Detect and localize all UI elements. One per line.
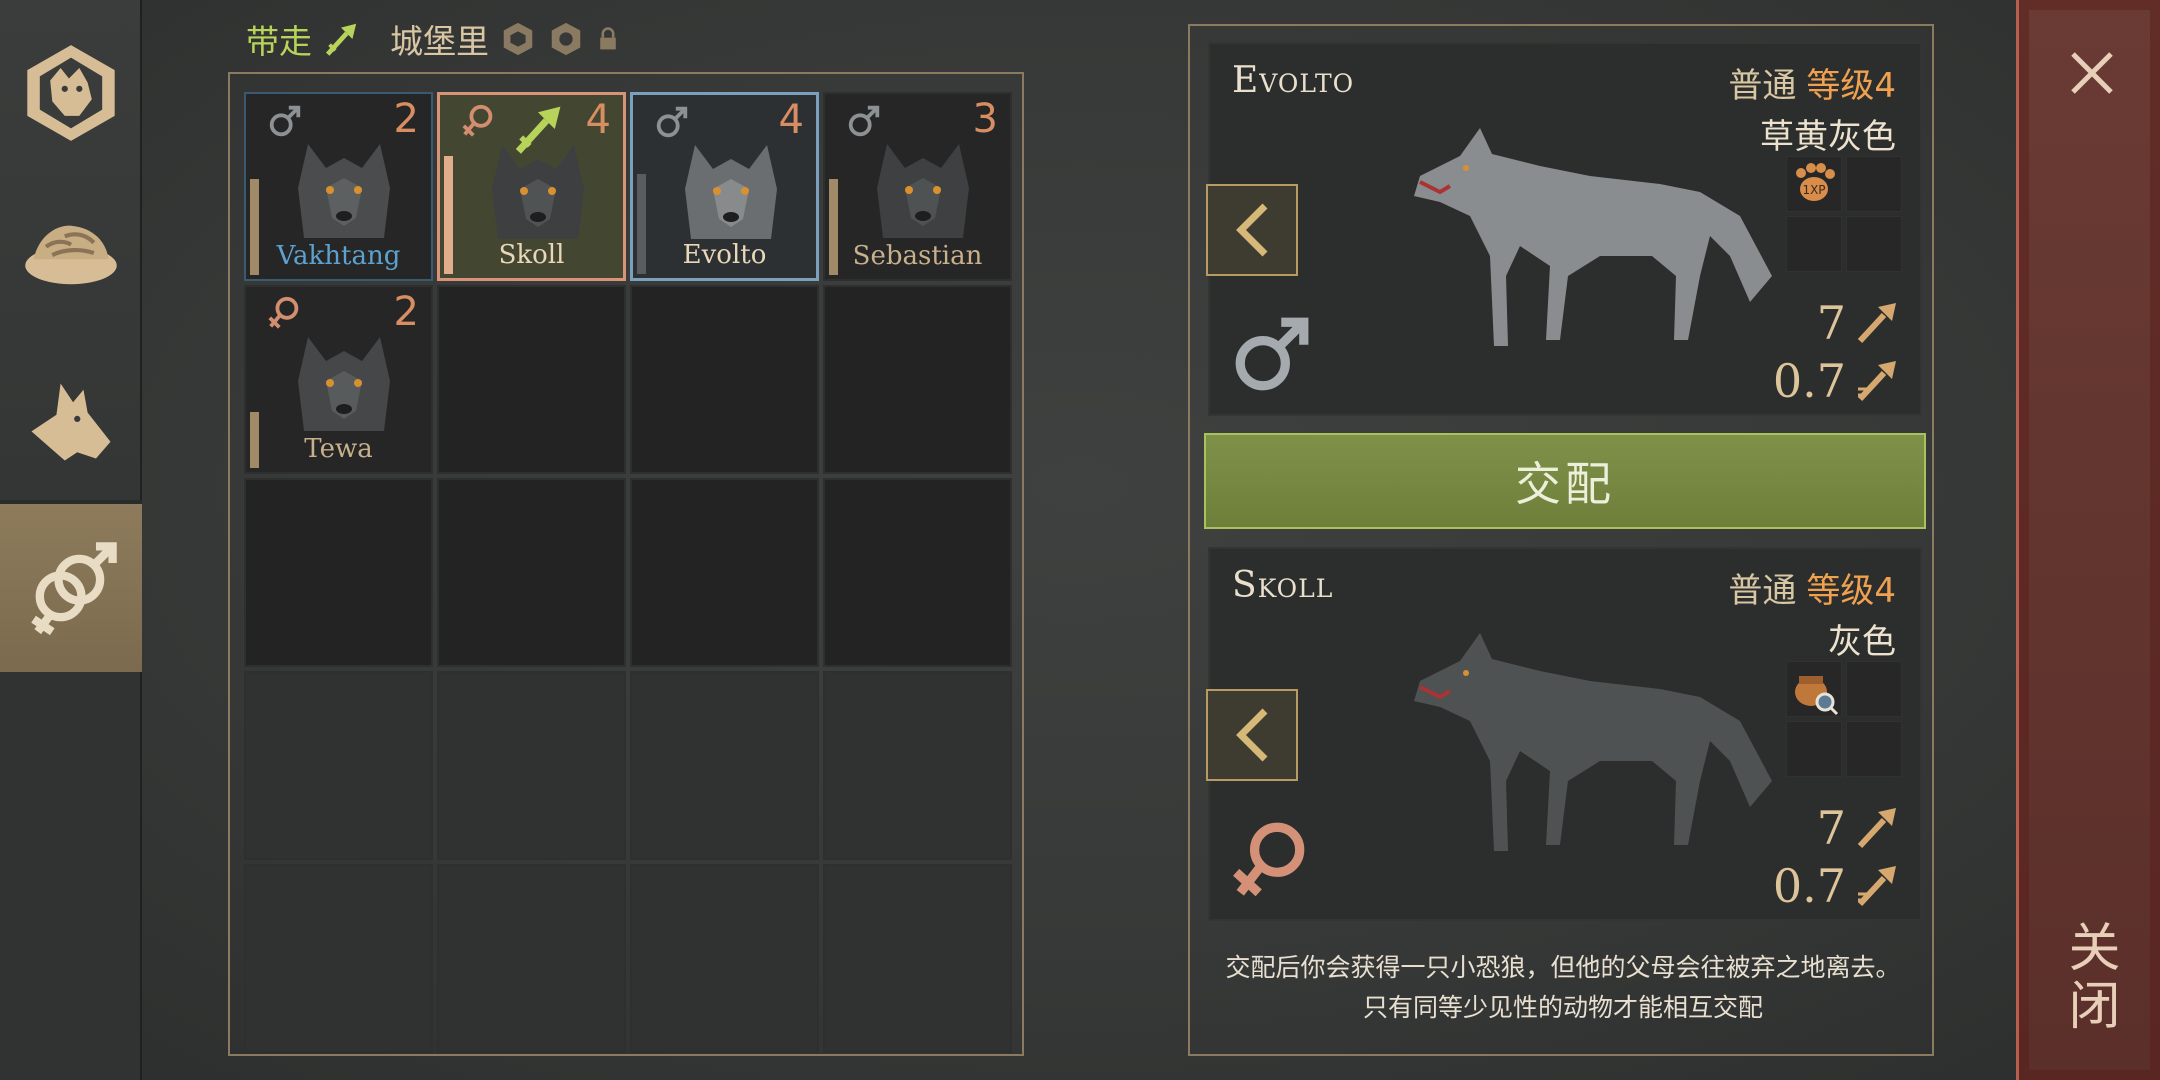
empty-slot[interactable] <box>244 478 433 667</box>
trait-slot[interactable] <box>1846 156 1902 212</box>
wolf-head-icon <box>31 383 111 461</box>
take-arrow-icon <box>325 23 357 56</box>
speed-value: 0.7 <box>1772 354 1846 408</box>
empty-slot[interactable] <box>437 864 626 1053</box>
take-filter-label[interactable]: 带走 <box>246 15 312 63</box>
food-bowl-icon <box>25 225 117 285</box>
breeding-description: 交配后你会获得一只小恐狼，但他的父母会往被弃之地离去。只有同等少见性的动物才能相… <box>1225 953 1901 1022</box>
wolf-name: Skoll <box>498 240 565 270</box>
wolf-name: Evolto <box>682 240 767 270</box>
castle-badge-icon[interactable] <box>499 20 537 58</box>
trait-grid <box>1786 661 1902 777</box>
attack-value: 7 <box>1816 801 1846 855</box>
speed-icon <box>1857 866 1896 907</box>
tab-wolf-head[interactable] <box>0 336 142 506</box>
wolf-name: Tewa <box>304 434 373 464</box>
wolf-grid: 2 Vakhtang 4 Skoll 4 Evolto 3 Sebastian … <box>244 92 1012 1053</box>
wolf-figure-icon <box>1414 128 1772 346</box>
previous-wolf-button[interactable] <box>1206 689 1298 781</box>
tab-breeding[interactable] <box>0 504 142 672</box>
empty-slot[interactable] <box>823 864 1012 1053</box>
wolf-slot-tewa[interactable]: 2 Tewa <box>244 285 433 474</box>
wolf-rarity: 普通 <box>1728 66 1797 106</box>
attack-stat: 7 <box>1817 801 1898 855</box>
castle-filter-label[interactable]: 城堡里 <box>390 15 489 63</box>
previous-wolf-button[interactable] <box>1206 184 1298 276</box>
male-icon <box>1235 317 1309 391</box>
wolf-slot-sebastian[interactable]: 3 Sebastian <box>823 92 1012 281</box>
wolf-portrait-icon <box>877 144 969 238</box>
gender-breeding-icon <box>31 542 117 636</box>
empty-slot[interactable] <box>630 864 819 1053</box>
castle-badge-icon-2[interactable] <box>547 20 585 58</box>
wolf-figure-icon <box>1414 633 1772 851</box>
empty-slot[interactable] <box>630 285 819 474</box>
wolf-portrait-icon <box>298 337 390 431</box>
trait-slot[interactable] <box>1786 661 1842 717</box>
trait-grid: 1XP <box>1786 156 1902 272</box>
tab-wolf-emblem[interactable] <box>0 8 142 178</box>
wolf-slot-evolto[interactable]: 4 Evolto <box>630 92 819 281</box>
wolf-name: Evolto <box>1232 60 1355 101</box>
wolf-portrait-icon <box>685 145 777 239</box>
wolf-rarity: 普通 <box>1728 571 1797 611</box>
speed-stat: 0.7 <box>1773 859 1898 913</box>
speed-value: 0.7 <box>1772 859 1846 913</box>
close-bar[interactable]: 关闭 <box>2016 0 2160 1080</box>
empty-slot[interactable] <box>244 864 433 1053</box>
meat-pot-icon <box>1795 676 1839 716</box>
wolf-name: Vakhtang <box>276 241 401 271</box>
speed-icon <box>1857 361 1896 402</box>
wolf-emblem-icon <box>27 45 115 141</box>
trait-slot[interactable] <box>1786 721 1842 777</box>
trait-slot[interactable]: 1XP <box>1786 156 1842 212</box>
empty-slot[interactable] <box>823 285 1012 474</box>
attack-stat: 7 <box>1817 296 1898 350</box>
chevron-left-icon <box>1236 203 1268 257</box>
wolf-slot-vakhtang[interactable]: 2 Vakhtang <box>244 92 433 281</box>
male-wolf-card: Evolto 普通 等级4 草黄灰色 1XP 7 0.7 <box>1206 42 1922 416</box>
wolf-level: 等级4 <box>1806 571 1896 611</box>
trait-slot[interactable] <box>1846 661 1902 717</box>
filter-bar: 带走 城堡里 <box>246 14 621 64</box>
breeding-panel: Evolto 普通 等级4 草黄灰色 1XP 7 0.7 交配 Skoll 普通… <box>1188 24 1934 1056</box>
empty-slot[interactable] <box>437 285 626 474</box>
trait-slot[interactable] <box>1786 216 1842 272</box>
wolf-name: Sebastian <box>852 241 983 271</box>
trait-slot[interactable] <box>1846 216 1902 272</box>
trait-slot[interactable] <box>1846 721 1902 777</box>
attack-icon <box>1857 808 1896 849</box>
empty-slot[interactable] <box>437 478 626 667</box>
rail-bottom <box>0 672 142 1080</box>
wolf-name: Skoll <box>1232 565 1334 606</box>
tab-food[interactable] <box>0 168 142 338</box>
female-wolf-card: Skoll 普通 等级4 灰色 7 0.7 <box>1206 547 1922 921</box>
wolf-slot-skoll[interactable]: 4 Skoll <box>437 92 626 281</box>
wolf-portrait-icon <box>298 144 390 238</box>
chevron-left-icon <box>1236 708 1268 762</box>
take-arrow-icon <box>515 106 561 154</box>
empty-slot[interactable] <box>437 671 626 860</box>
empty-slot[interactable] <box>630 478 819 667</box>
wolf-inventory-panel: 2 Vakhtang 4 Skoll 4 Evolto 3 Sebastian … <box>228 72 1024 1056</box>
close-icon[interactable] <box>2067 48 2117 98</box>
xp-paw-icon: 1XP <box>1796 163 1835 201</box>
mate-button[interactable]: 交配 <box>1204 433 1926 529</box>
female-icon <box>1233 822 1305 897</box>
wolf-level: 等级4 <box>1806 66 1896 106</box>
empty-slot[interactable] <box>630 671 819 860</box>
attack-icon <box>1857 303 1896 344</box>
attack-value: 7 <box>1816 296 1846 350</box>
empty-slot[interactable] <box>244 671 433 860</box>
empty-slot[interactable] <box>823 671 1012 860</box>
svg-text:1XP: 1XP <box>1802 183 1825 197</box>
left-rail <box>0 0 142 1080</box>
empty-slot[interactable] <box>823 478 1012 667</box>
lock-icon <box>600 27 616 50</box>
speed-stat: 0.7 <box>1773 354 1898 408</box>
close-label[interactable]: 关闭 <box>2057 920 2127 1036</box>
